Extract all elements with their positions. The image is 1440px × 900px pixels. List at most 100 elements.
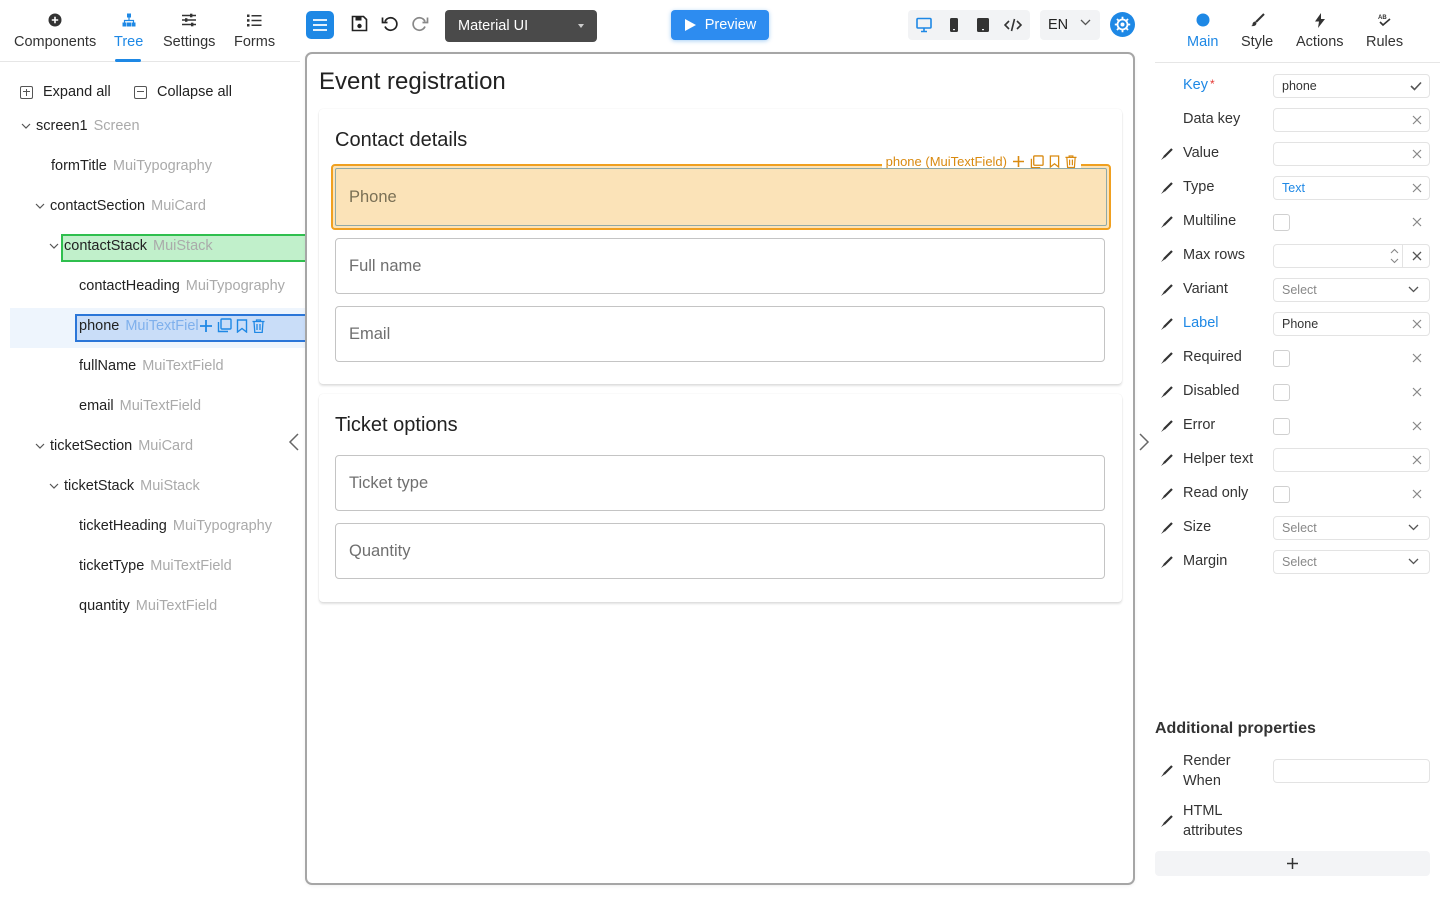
ticket-type-field[interactable]: Ticket type — [335, 455, 1105, 511]
clear-icon[interactable] — [1412, 489, 1422, 499]
clear-icon[interactable] — [1412, 319, 1422, 329]
value-input[interactable] — [1273, 142, 1430, 166]
pen-icon[interactable] — [1160, 765, 1173, 778]
bookmark-icon[interactable] — [236, 318, 248, 333]
preview-button[interactable]: Preview — [671, 10, 769, 40]
tree-node-fullName[interactable]: fullName MuiTextField — [79, 356, 224, 376]
pen-icon[interactable] — [1160, 318, 1173, 331]
redo-icon[interactable] — [411, 15, 429, 32]
clear-icon[interactable] — [1412, 353, 1422, 363]
desktop-icon[interactable] — [916, 17, 932, 33]
tab-main[interactable]: Main — [1187, 10, 1218, 50]
collapse-all-button[interactable]: Collapse all — [134, 84, 232, 100]
chevron-down-icon[interactable] — [34, 440, 46, 452]
tree-node-formTitle[interactable]: formTitle MuiTypography — [51, 156, 212, 176]
contact-section-card[interactable]: Contact details Phone phone (MuiTextFiel… — [319, 109, 1122, 384]
trash-icon[interactable] — [1065, 155, 1077, 168]
expand-all-button[interactable]: Expand all — [20, 84, 111, 100]
tree-node-quantity[interactable]: quantity MuiTextField — [79, 596, 217, 616]
tab-forms[interactable]: Forms — [234, 10, 275, 50]
trash-icon[interactable] — [252, 318, 265, 333]
pen-icon[interactable] — [1160, 352, 1173, 365]
key-input[interactable]: phone — [1273, 74, 1430, 98]
chevron-down-icon[interactable] — [48, 480, 60, 492]
clear-icon[interactable] — [1412, 251, 1422, 261]
margin-select[interactable]: Select — [1273, 550, 1430, 574]
add-property-button[interactable] — [1155, 851, 1430, 876]
clear-icon[interactable] — [1412, 455, 1422, 465]
required-checkbox[interactable] — [1273, 350, 1290, 367]
tab-rules[interactable]: AB Rules — [1366, 10, 1403, 50]
pen-icon[interactable] — [1160, 386, 1173, 399]
library-select[interactable]: Material UI — [445, 10, 597, 42]
undo-icon[interactable] — [381, 15, 399, 32]
tree-node-ticketSection[interactable]: ticketSection MuiCard — [34, 436, 193, 456]
email-field[interactable]: Email — [335, 306, 1105, 362]
clear-icon[interactable] — [1412, 421, 1422, 431]
save-icon[interactable] — [351, 15, 368, 32]
add-icon[interactable] — [199, 319, 213, 333]
design-canvas[interactable]: Event registration Contact details Phone… — [305, 52, 1135, 885]
tree-node-contactHeading[interactable]: contactHeading MuiTypography — [79, 276, 285, 296]
pen-icon[interactable] — [1160, 454, 1173, 467]
form-title[interactable]: Event registration — [319, 68, 506, 96]
pen-icon[interactable] — [1160, 250, 1173, 263]
chevron-down-icon[interactable] — [34, 200, 46, 212]
read-only-checkbox[interactable] — [1273, 486, 1290, 503]
phone-field[interactable]: Phone phone (MuiTextField) — [331, 154, 1111, 230]
language-select[interactable]: EN — [1040, 10, 1100, 40]
code-icon[interactable] — [1004, 17, 1022, 33]
pen-icon[interactable] — [1160, 216, 1173, 229]
disabled-checkbox[interactable] — [1273, 384, 1290, 401]
pen-icon[interactable] — [1160, 284, 1173, 297]
bookmark-icon[interactable] — [1049, 155, 1060, 168]
tree-node-email[interactable]: email MuiTextField — [79, 396, 201, 416]
clear-icon[interactable] — [1412, 183, 1422, 193]
menu-button[interactable] — [306, 11, 334, 39]
tablet-icon[interactable] — [976, 17, 990, 33]
spinner-icon[interactable] — [1390, 247, 1399, 265]
type-input[interactable]: Text — [1273, 176, 1430, 200]
tree-node-ticketType[interactable]: ticketType MuiTextField — [79, 556, 232, 576]
pen-icon[interactable] — [1160, 148, 1173, 161]
render-when-input[interactable] — [1273, 759, 1430, 783]
add-icon[interactable] — [1012, 155, 1025, 168]
quantity-field[interactable]: Quantity — [335, 523, 1105, 579]
label-input[interactable]: Phone — [1273, 312, 1430, 336]
multiline-checkbox[interactable] — [1273, 214, 1290, 231]
tree-node-contactSection[interactable]: contactSection MuiCard — [34, 196, 206, 216]
contact-heading[interactable]: Contact details — [335, 129, 467, 152]
mobile-icon[interactable] — [949, 17, 959, 33]
chevron-down-icon[interactable] — [20, 120, 32, 132]
chevron-down-icon[interactable] — [48, 240, 60, 252]
tab-style[interactable]: Style — [1241, 10, 1273, 50]
tab-actions[interactable]: Actions — [1296, 10, 1344, 50]
clear-icon[interactable] — [1412, 115, 1422, 125]
tab-tree[interactable]: Tree — [114, 10, 143, 50]
duplicate-icon[interactable] — [1030, 154, 1044, 169]
error-checkbox[interactable] — [1273, 418, 1290, 435]
clear-icon[interactable] — [1412, 149, 1422, 159]
tree-node-screen1[interactable]: screen1 Screen — [20, 116, 140, 136]
variant-select[interactable]: Select — [1273, 278, 1430, 302]
pen-icon[interactable] — [1160, 815, 1173, 828]
pen-icon[interactable] — [1160, 522, 1173, 535]
size-select[interactable]: Select — [1273, 516, 1430, 540]
tab-components[interactable]: Components — [14, 10, 96, 50]
pen-icon[interactable] — [1160, 556, 1173, 569]
tree-node-phone[interactable]: phone MuiTextFiel — [79, 316, 199, 336]
theme-settings-button[interactable] — [1110, 12, 1135, 37]
pen-icon[interactable] — [1160, 182, 1173, 195]
pen-icon[interactable] — [1160, 420, 1173, 433]
tree-node-ticketStack[interactable]: ticketStack MuiStack — [48, 476, 200, 496]
clear-icon[interactable] — [1412, 217, 1422, 227]
data-key-input[interactable] — [1273, 108, 1430, 132]
ticket-section-card[interactable]: Ticket options Ticket type Quantity — [319, 394, 1122, 602]
helper-text-input[interactable] — [1273, 448, 1430, 472]
tree-node-ticketHeading[interactable]: ticketHeading MuiTypography — [79, 516, 272, 536]
max-rows-input[interactable] — [1273, 244, 1430, 268]
collapse-left-panel-icon[interactable] — [288, 432, 300, 452]
duplicate-icon[interactable] — [217, 318, 232, 333]
ticket-heading[interactable]: Ticket options — [335, 414, 458, 437]
full-name-field[interactable]: Full name — [335, 238, 1105, 294]
